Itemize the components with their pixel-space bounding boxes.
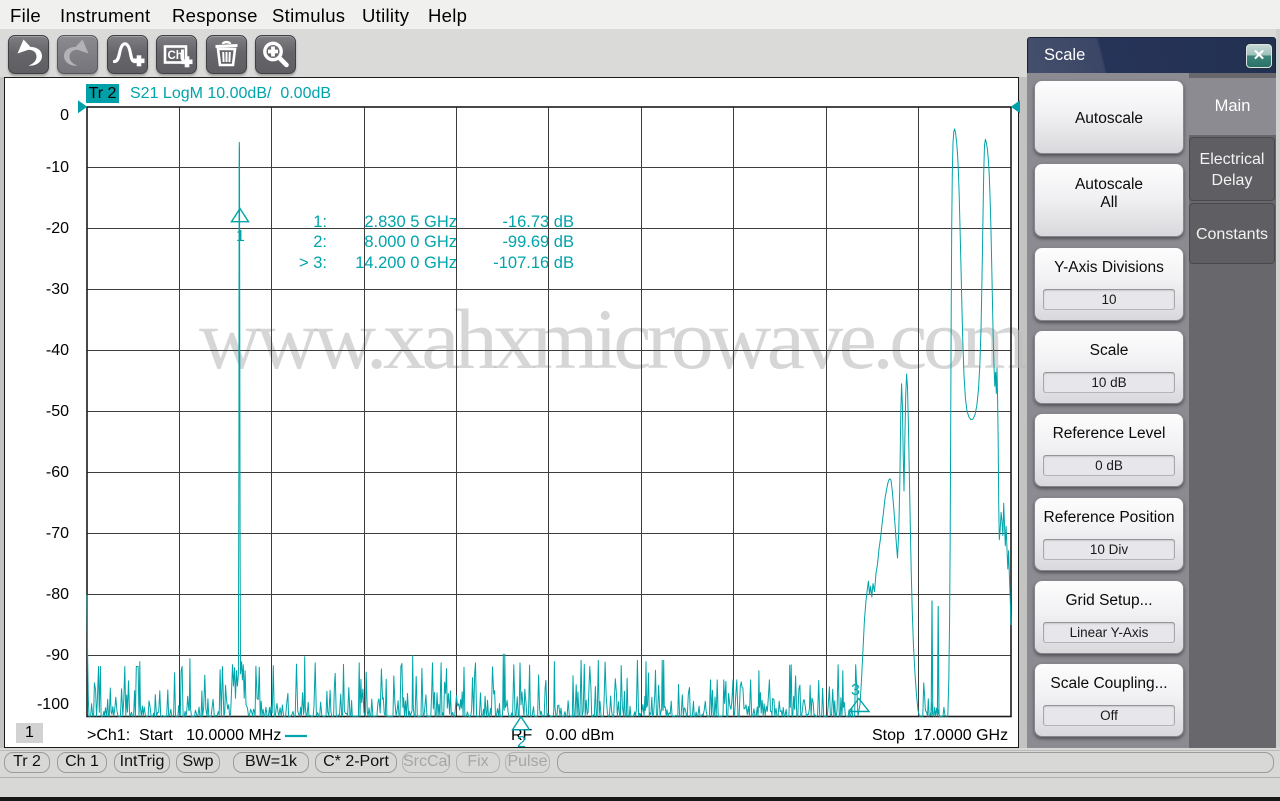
svg-text:3: 3 (851, 682, 860, 699)
svg-text:2: 2 (517, 734, 526, 751)
svg-text:1: 1 (236, 228, 245, 245)
